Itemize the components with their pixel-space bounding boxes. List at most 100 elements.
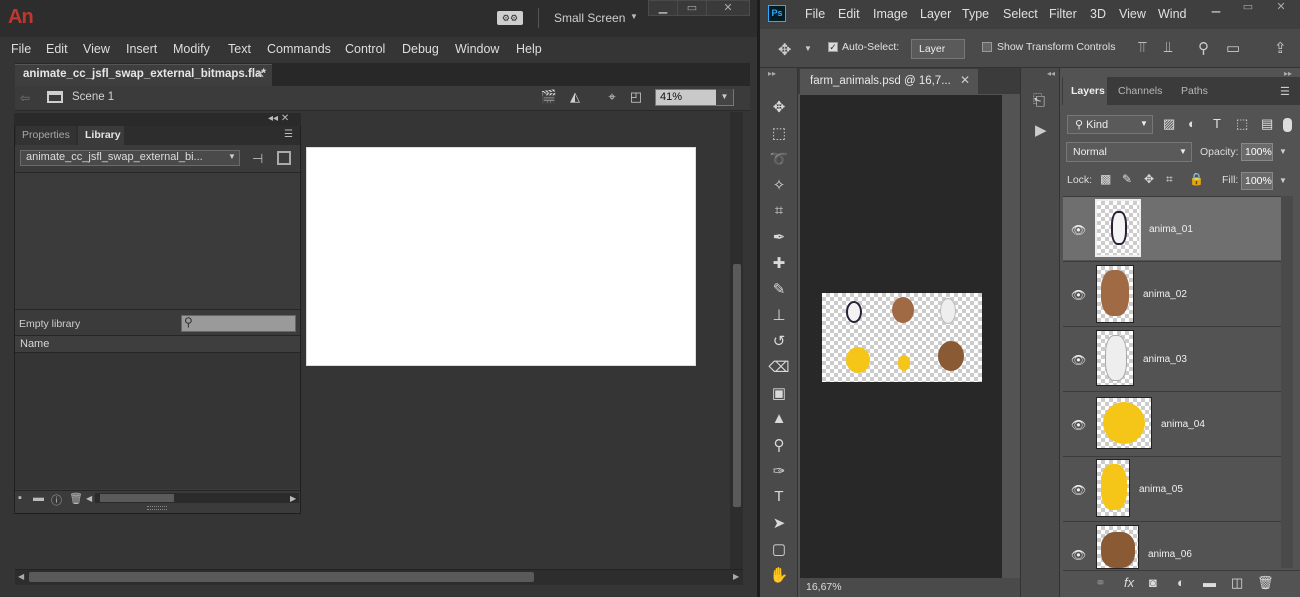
ps-menu-edit[interactable]: Edit xyxy=(838,7,860,21)
new-folder-icon[interactable]: ▬ xyxy=(33,492,44,504)
adjustment-layer-icon[interactable]: ◐ xyxy=(1177,575,1185,590)
ps-menu-type[interactable]: Type xyxy=(962,7,989,21)
layer-name[interactable]: anima_01 xyxy=(1149,224,1193,235)
menu-control[interactable]: Control xyxy=(345,42,385,56)
ps-menu-window[interactable]: Wind xyxy=(1158,7,1186,21)
show-transform-checkbox[interactable] xyxy=(982,42,992,52)
auto-select-target-select[interactable]: Layer xyxy=(911,39,965,59)
chevron-down-icon[interactable]: ▼ xyxy=(716,89,733,105)
eraser-icon[interactable]: ⌫ xyxy=(768,358,790,376)
fill-input[interactable]: 100% xyxy=(1241,172,1273,190)
menu-file[interactable]: File xyxy=(11,42,31,56)
pin-icon[interactable]: ⊣ xyxy=(252,151,263,167)
library-list[interactable] xyxy=(15,353,300,489)
menu-text[interactable]: Text xyxy=(228,42,251,56)
move-tool-icon[interactable]: ✥ xyxy=(768,98,790,116)
visibility-eye-icon[interactable]: 👁 xyxy=(1071,288,1086,302)
history-panel-icon[interactable]: ⎗ xyxy=(1033,92,1045,109)
scroll-right-icon[interactable]: ▶ xyxy=(290,494,296,503)
share-icon[interactable]: ⇪ xyxy=(1274,39,1287,57)
visibility-eye-icon[interactable]: 👁 xyxy=(1071,418,1086,432)
align-middle-icon[interactable]: ⫫ xyxy=(1164,39,1172,56)
scroll-left-icon[interactable]: ◀ xyxy=(86,494,92,503)
lock-transparent-icon[interactable]: ▩ xyxy=(1100,172,1111,186)
menu-window[interactable]: Window xyxy=(455,42,499,56)
shape-tool-icon[interactable]: ▢ xyxy=(768,540,790,558)
delete-layer-icon[interactable]: 🗑 xyxy=(1257,575,1274,591)
actions-play-icon[interactable]: ▶ xyxy=(1035,121,1047,139)
opacity-input[interactable]: 100% xyxy=(1241,143,1273,161)
layer-name[interactable]: anima_02 xyxy=(1143,289,1187,300)
menu-insert[interactable]: Insert xyxy=(126,42,157,56)
layer-style-icon[interactable]: fx xyxy=(1124,575,1134,590)
ps-menu-file[interactable]: File xyxy=(805,7,825,21)
lock-image-icon[interactable]: ✎ xyxy=(1122,172,1132,186)
dodge-tool-icon[interactable]: ⚲ xyxy=(768,436,790,454)
blur-tool-icon[interactable]: ▲ xyxy=(768,410,790,427)
scroll-right-icon[interactable]: ▶ xyxy=(733,572,739,581)
crop-tool-icon[interactable]: ⌗ xyxy=(768,202,790,219)
menu-view[interactable]: View xyxy=(83,42,110,56)
panel-menu-icon[interactable]: ☰ xyxy=(1280,85,1290,98)
delete-icon[interactable]: 🗑 xyxy=(69,492,83,505)
tab-layers[interactable]: Layers xyxy=(1063,77,1107,105)
new-symbol-icon[interactable]: ▪ xyxy=(18,492,22,504)
auto-select-checkbox[interactable]: ✓ xyxy=(828,42,838,52)
lock-position-icon[interactable]: ✥ xyxy=(1144,172,1154,186)
workspace-switcher[interactable]: Small Screen xyxy=(554,11,625,25)
magic-wand-icon[interactable]: ✧ xyxy=(768,176,790,194)
properties-icon[interactable]: ⓘ xyxy=(51,492,62,508)
ps-document-image[interactable] xyxy=(822,293,982,382)
resize-grip[interactable] xyxy=(147,506,167,510)
edit-symbols-icon[interactable]: ◭ xyxy=(566,89,584,105)
back-arrow-icon[interactable]: ⇦ xyxy=(20,91,30,105)
type-filter-icon[interactable]: T xyxy=(1213,116,1221,131)
lasso-tool-icon[interactable]: ➰ xyxy=(768,150,790,168)
link-layers-icon[interactable]: ⚭ xyxy=(1095,575,1106,591)
ps-menu-3d[interactable]: 3D xyxy=(1090,7,1106,21)
menu-edit[interactable]: Edit xyxy=(46,42,68,56)
minimize-button[interactable]: ▁ xyxy=(648,0,678,16)
shape-filter-icon[interactable]: ⬚ xyxy=(1236,116,1248,132)
visibility-eye-icon[interactable]: 👁 xyxy=(1071,223,1086,237)
visibility-eye-icon[interactable]: 👁 xyxy=(1071,548,1086,562)
maximize-button[interactable]: ▭ xyxy=(1233,0,1263,16)
clone-stamp-icon[interactable]: ⊥ xyxy=(768,306,790,324)
close-tab-icon[interactable]: ✕ xyxy=(960,73,970,87)
marquee-tool-icon[interactable]: ⬚ xyxy=(768,124,790,142)
filter-toggle-icon[interactable] xyxy=(1283,118,1292,132)
menu-commands[interactable]: Commands xyxy=(267,42,331,56)
layer-name[interactable]: anima_04 xyxy=(1161,419,1205,430)
collapse-panel-icon[interactable]: ◂◂ ✕ xyxy=(268,113,289,124)
move-tool-icon[interactable]: ✥ xyxy=(778,40,791,60)
scrollbar-thumb[interactable] xyxy=(733,264,741,507)
smart-object-filter-icon[interactable]: ▤ xyxy=(1261,116,1273,132)
scrollbar-thumb[interactable] xyxy=(100,494,174,502)
pixel-filter-icon[interactable]: ▨ xyxy=(1163,116,1175,132)
column-name[interactable]: Name xyxy=(20,338,49,350)
layer-name[interactable]: anima_06 xyxy=(1148,549,1192,560)
align-top-icon[interactable]: ⫪ xyxy=(1138,39,1146,56)
ps-menu-select[interactable]: Select xyxy=(1003,7,1038,21)
chevron-down-icon[interactable]: ▼ xyxy=(804,44,812,53)
brush-tool-icon[interactable]: ✎ xyxy=(768,280,790,298)
lock-all-icon[interactable]: 🔒 xyxy=(1189,172,1204,186)
ps-menu-view[interactable]: View xyxy=(1119,7,1146,21)
collapse-icon[interactable]: ▸▸ xyxy=(768,69,776,78)
collapse-icon[interactable]: ◂◂ xyxy=(1047,69,1055,78)
eyedropper-icon[interactable]: ✒ xyxy=(768,228,790,246)
tab-channels[interactable]: Channels xyxy=(1118,77,1162,105)
ps-zoom-level[interactable]: 16,67% xyxy=(806,581,842,593)
maximize-button[interactable]: ▭ xyxy=(677,0,707,16)
close-tab-icon[interactable]: ✕ xyxy=(255,67,265,81)
clip-content-icon[interactable]: ◰ xyxy=(627,89,645,105)
chevron-down-icon[interactable]: ▼ xyxy=(1279,147,1287,156)
visibility-eye-icon[interactable]: 👁 xyxy=(1071,353,1086,367)
tab-library[interactable]: Library xyxy=(78,126,124,145)
layer-mask-icon[interactable]: ◙ xyxy=(1149,575,1157,590)
new-library-panel-icon[interactable] xyxy=(277,151,291,165)
chevron-down-icon[interactable]: ▼ xyxy=(630,12,638,21)
history-brush-icon[interactable]: ↺ xyxy=(768,332,790,350)
layer-filter-select[interactable]: ⚲ Kind ▼ xyxy=(1067,115,1153,134)
visibility-eye-icon[interactable]: 👁 xyxy=(1071,483,1086,497)
